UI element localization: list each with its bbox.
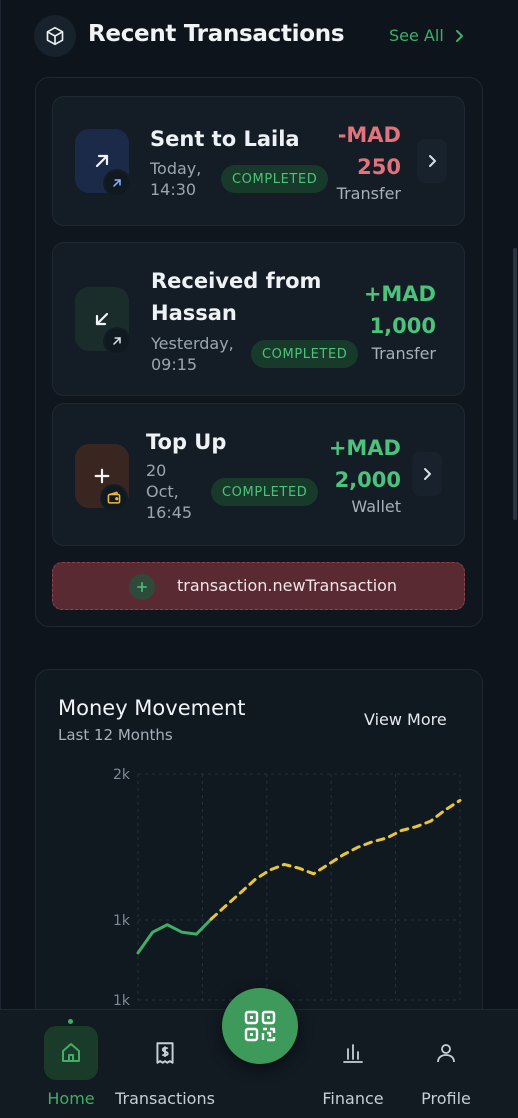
- y-tick-label: 2k: [113, 767, 131, 783]
- details-button[interactable]: [417, 139, 447, 183]
- y-tick-label: 1k: [113, 993, 131, 1009]
- nav-label: Finance: [322, 1089, 384, 1108]
- transaction-amount: +MAD 2,000: [329, 432, 401, 496]
- amount-currency: +MAD: [363, 282, 436, 306]
- transaction-time: Yesterday, 09:15: [151, 333, 234, 375]
- transaction-type: Transfer: [336, 184, 401, 203]
- status-badge: COMPLETED: [211, 478, 319, 506]
- time-line: 09:15: [151, 355, 198, 374]
- home-icon-wrap: [44, 1026, 98, 1080]
- time-line: Oct,: [146, 482, 179, 501]
- nav-item-home[interactable]: Home: [21, 1026, 121, 1116]
- amount-value: 250: [357, 155, 401, 179]
- transaction-amount: -MAD 250: [338, 119, 401, 183]
- cube-icon: [34, 15, 76, 57]
- qr-code-icon: [244, 1010, 276, 1042]
- plus-icon: [129, 574, 155, 600]
- transaction-type: Wallet: [351, 497, 401, 516]
- active-indicator-dot: [68, 1019, 73, 1024]
- details-button[interactable]: [412, 452, 442, 496]
- money-movement-card: Money Movement Last 12 Months View More …: [35, 669, 483, 1029]
- name-line: Hassan: [151, 301, 237, 325]
- arrow-up-right-icon: [113, 179, 121, 187]
- transaction-card[interactable]: Top Up 20 Oct, 16:45 COMPLETED +MAD 2,00…: [52, 403, 465, 546]
- user-icon-wrap: [419, 1026, 473, 1080]
- amount-currency: +MAD: [328, 436, 401, 460]
- name-line: Received from: [151, 269, 322, 293]
- transaction-type: Transfer: [371, 344, 436, 363]
- arrow-down-left-icon: [95, 312, 109, 326]
- nav-label: Home: [47, 1089, 95, 1108]
- app-screen: Recent Transactions See All Sent to Lail…: [0, 0, 518, 1118]
- wallet-badge: [100, 484, 128, 512]
- home-icon: [62, 1043, 80, 1062]
- user-icon: [437, 1044, 455, 1063]
- transaction-amount: +MAD 1,000: [364, 278, 436, 342]
- transaction-time: Today, 14:30: [150, 158, 201, 200]
- bar-chart-icon: [343, 1044, 363, 1063]
- chevron-right-icon: [429, 155, 436, 167]
- transaction-name: Received from Hassan: [151, 265, 321, 329]
- actual-series-line: [136, 917, 213, 955]
- status-badge: COMPLETED: [251, 340, 359, 368]
- arrow-up-right-icon: [113, 337, 121, 345]
- edge-divider: [0, 0, 1, 1118]
- section-title: Recent Transactions: [88, 21, 345, 47]
- receipt-icon-wrap: [138, 1026, 192, 1080]
- time-line: 20: [146, 461, 167, 480]
- y-tick-label: 1k: [113, 913, 131, 929]
- transfer-badge: [103, 169, 131, 197]
- qr-scan-button[interactable]: [222, 988, 298, 1064]
- amount-value: 2,000: [334, 468, 401, 492]
- new-transaction-button[interactable]: transaction.newTransaction: [52, 562, 465, 610]
- transaction-name: Sent to Laila: [150, 127, 300, 151]
- nav-item-finance[interactable]: Finance: [303, 1026, 403, 1116]
- recent-transactions-header: Recent Transactions See All: [34, 14, 474, 58]
- time-line: 14:30: [150, 180, 197, 199]
- bar-chart-icon-wrap: [326, 1026, 380, 1080]
- chevron-right-icon: [455, 29, 463, 42]
- receipt-icon: [156, 1042, 174, 1064]
- nav-item-profile[interactable]: Profile: [396, 1026, 496, 1116]
- scrollbar[interactable]: [513, 248, 517, 520]
- projected-series-line: [209, 798, 462, 921]
- time-line: 16:45: [146, 503, 193, 522]
- amount-currency: -MAD: [337, 123, 401, 147]
- transactions-panel: Sent to Laila Today, 14:30 COMPLETED -MA…: [35, 77, 483, 627]
- chevron-right-icon: [424, 468, 431, 480]
- amount-value: 1,000: [369, 314, 436, 338]
- status-badge: COMPLETED: [221, 165, 329, 193]
- nav-item-transactions[interactable]: Transactions: [115, 1026, 215, 1116]
- transfer-badge: [103, 327, 131, 355]
- transaction-time: 20 Oct, 16:45: [146, 460, 192, 523]
- new-transaction-label: transaction.newTransaction: [177, 576, 398, 595]
- nav-label: Profile: [421, 1089, 471, 1108]
- time-line: Yesterday,: [151, 334, 234, 353]
- time-line: Today,: [150, 159, 202, 178]
- transaction-name: Top Up: [146, 430, 227, 454]
- plus-icon: [94, 468, 110, 484]
- wallet-icon: [107, 491, 121, 504]
- transaction-card[interactable]: Sent to Laila Today, 14:30 COMPLETED -MA…: [52, 96, 465, 226]
- money-movement-chart: 2k 1k 1k: [113, 767, 462, 1009]
- arrow-up-right-icon: [95, 154, 109, 168]
- see-all-label: See All: [389, 26, 444, 45]
- nav-label: Transactions: [115, 1089, 215, 1108]
- transaction-card[interactable]: Received from Hassan Yesterday, 09:15 CO…: [52, 242, 465, 396]
- see-all-link[interactable]: See All: [389, 26, 464, 45]
